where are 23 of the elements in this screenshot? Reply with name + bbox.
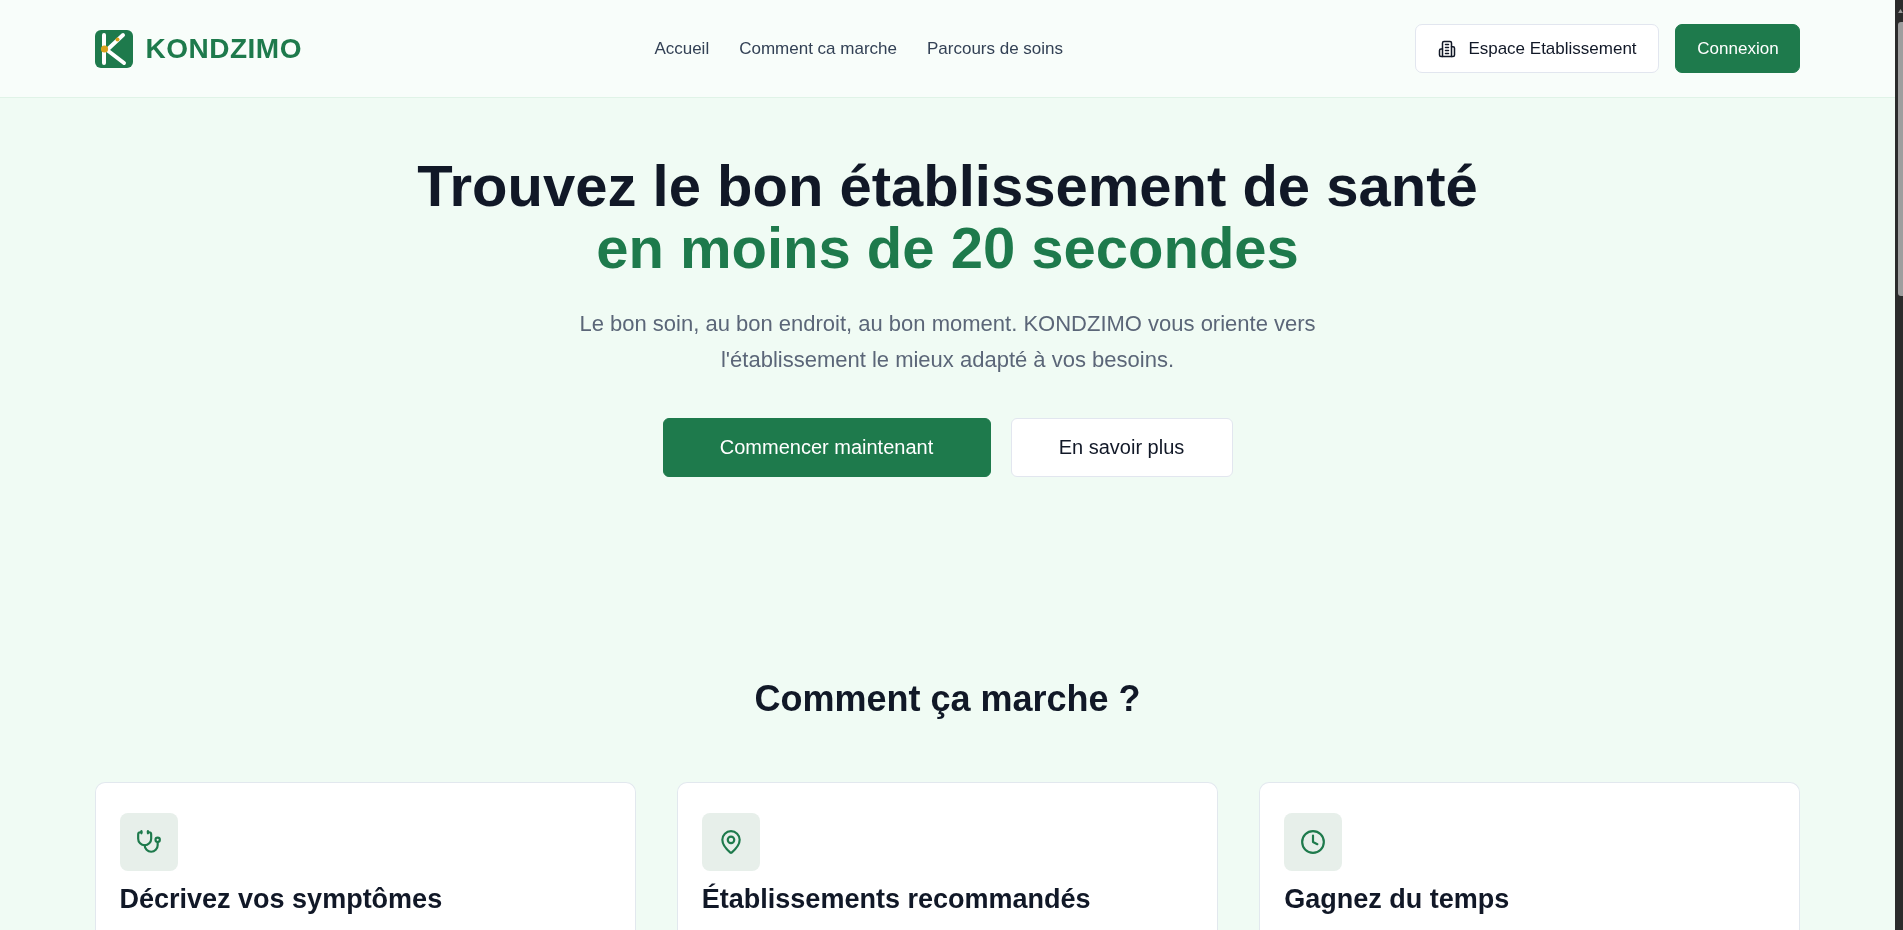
login-button[interactable]: Connexion bbox=[1675, 24, 1801, 73]
logo-icon[interactable] bbox=[94, 29, 133, 68]
map-pin-icon bbox=[701, 813, 760, 871]
stethoscope-icon bbox=[119, 813, 178, 871]
scrollbar-thumb[interactable] bbox=[1898, 22, 1903, 296]
nav-link[interactable]: Parcours de soins bbox=[926, 38, 1064, 59]
building-icon bbox=[1438, 39, 1457, 58]
card-title: Décrivez vos symptômes bbox=[119, 883, 444, 916]
card-title: Gagnez du temps bbox=[1284, 883, 1511, 916]
nav-link[interactable]: Comment ca marche bbox=[739, 38, 897, 59]
hero-subtitle: Le bon soin, au bon endroit, au bon moment. KONDZIMO vous oriente vers l'établissement le mieux adapté à vos besoins. bbox=[578, 310, 1317, 374]
start-button[interactable]: Commencer maintenant bbox=[662, 418, 991, 477]
section-title: Comment ça marche ? bbox=[754, 677, 1141, 721]
hero-title-highlight: en moins de 20 secondes bbox=[596, 217, 1299, 279]
learn-more-button[interactable]: En savoir plus bbox=[1010, 418, 1233, 477]
hero-title: Trouvez le bon établissement de santé bbox=[417, 155, 1478, 217]
scrollbar-track[interactable] bbox=[1895, 0, 1903, 930]
nav-link[interactable]: Accueil bbox=[654, 38, 710, 59]
clock-icon bbox=[1284, 813, 1343, 871]
card-title: Établissements recommandés bbox=[701, 882, 1092, 916]
facility-space-button[interactable]: Espace Etablissement bbox=[1415, 24, 1660, 73]
scroll-up-arrow-icon[interactable] bbox=[1898, 9, 1903, 13]
logo-text[interactable]: KONDZIMO bbox=[145, 32, 302, 65]
